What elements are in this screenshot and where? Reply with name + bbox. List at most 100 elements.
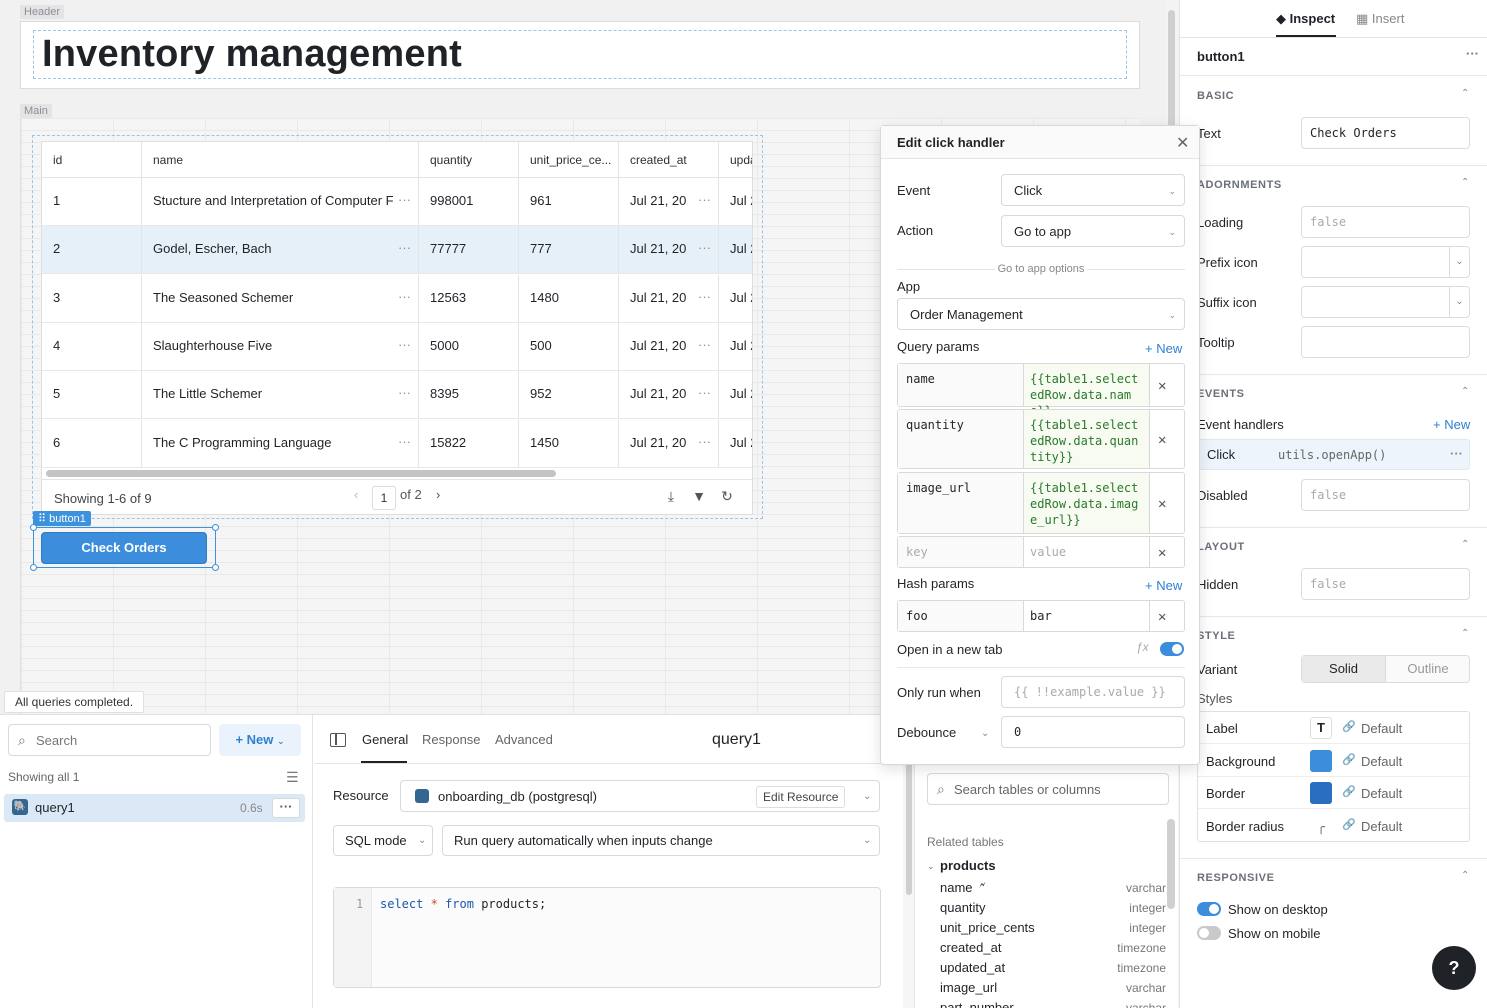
param-value-input[interactable]: {{table1.selectedRow.data.name}} [1024, 364, 1150, 418]
table-cell[interactable]: 12563 [419, 274, 519, 322]
table-cell[interactable]: 2 [42, 226, 142, 274]
resize-handle[interactable] [212, 564, 219, 571]
chevron-up-icon[interactable]: ⌃ [1461, 870, 1469, 881]
param-value-input[interactable]: {{table1.selectedRow.data.quantity}} [1024, 410, 1150, 468]
tab-inspect[interactable]: ◆ Inspect [1276, 11, 1335, 27]
section-layout[interactable]: LAYOUT [1197, 541, 1245, 553]
query-title[interactable]: query1 [712, 731, 761, 749]
query-list-item[interactable]: 🐘 query1 0.6s ··· [4, 794, 305, 822]
section-style[interactable]: STYLE [1197, 630, 1235, 642]
remove-param-icon[interactable]: ✕ [1158, 496, 1166, 512]
component-name[interactable]: button1 [1197, 49, 1245, 64]
schema-column-name[interactable]: image_url [940, 980, 997, 995]
table-cell[interactable]: 6 [42, 419, 142, 467]
edit-resource-button[interactable]: Edit Resource [756, 786, 846, 808]
cell-overflow-icon[interactable]: ··· [398, 371, 411, 415]
schema-column-name[interactable]: quantity [940, 900, 986, 915]
resize-handle[interactable] [30, 524, 37, 531]
cell-overflow-icon[interactable]: ··· [698, 275, 711, 319]
param-key-input[interactable]: image_url [906, 481, 971, 495]
table-cell[interactable]: 4 [42, 322, 142, 370]
show-on-desktop-toggle[interactable] [1197, 902, 1221, 916]
table-cell[interactable]: Slaughterhouse Five [142, 322, 419, 370]
schema-scrollbar[interactable] [1167, 819, 1175, 909]
table-cell[interactable]: 998001 [419, 178, 519, 225]
section-basic[interactable]: BASIC [1197, 90, 1234, 102]
color-swatch[interactable] [1310, 749, 1332, 772]
chevron-up-icon[interactable]: ⌃ [1461, 88, 1469, 99]
cell-overflow-icon[interactable]: ··· [698, 371, 711, 415]
table-cell[interactable]: The C Programming Language [142, 419, 419, 467]
chevron-up-icon[interactable]: ⌃ [1461, 539, 1469, 550]
resize-handle[interactable] [30, 564, 37, 571]
chevron-down-icon[interactable]: ⌄ [981, 728, 989, 739]
table-cell[interactable]: 961 [519, 178, 619, 225]
remove-param-icon[interactable]: ✕ [1158, 545, 1166, 561]
param-value-input[interactable]: {{table1.selectedRow.data.image_url}} [1024, 473, 1150, 533]
cell-overflow-icon[interactable]: ··· [698, 226, 711, 270]
table-cell[interactable]: 500 [519, 322, 619, 370]
debounce-input[interactable]: 0 [1001, 716, 1185, 748]
chevron-up-icon[interactable]: ⌃ [1461, 628, 1469, 639]
more-options-button[interactable]: ··· [272, 798, 300, 818]
cell-overflow-icon[interactable]: ··· [398, 323, 411, 367]
param-value-input[interactable]: value [1024, 537, 1150, 567]
table-cell[interactable]: Jul 2 [719, 178, 752, 225]
cell-overflow-icon[interactable]: ··· [698, 178, 711, 222]
schema-column-name[interactable]: unit_price_cents [940, 920, 1035, 935]
style-row[interactable]: Border 🔗 Default [1198, 777, 1471, 809]
tab-insert[interactable]: ▦ Insert [1356, 11, 1404, 27]
schema-search-input[interactable]: ⌕ Search tables or columns [927, 773, 1169, 805]
column-header[interactable]: name [142, 142, 419, 178]
component-tag[interactable]: ⠿ button1 [33, 511, 91, 526]
run-mode-select[interactable]: Run query automatically when inputs chan… [442, 825, 880, 856]
chevron-up-icon[interactable]: ⌃ [1461, 177, 1469, 188]
app-select[interactable]: Order Management ⌄ [897, 298, 1185, 330]
text-input[interactable]: Check Orders [1301, 117, 1470, 149]
chevron-up-icon[interactable]: ⌃ [1461, 386, 1469, 397]
column-header[interactable]: unit_price_ce... [519, 142, 619, 178]
title-container[interactable]: Inventory management [33, 30, 1127, 79]
new-query-button[interactable]: + New ⌄ [219, 724, 301, 756]
table-row[interactable]: 5 The Little Schemer 8395 952 Jul 21, 20 Jul … [42, 371, 752, 420]
check-orders-button[interactable]: Check Orders [41, 532, 207, 564]
table-cell[interactable]: 8395 [419, 371, 519, 419]
loading-input[interactable]: false [1301, 206, 1470, 238]
open-new-tab-toggle[interactable] [1160, 642, 1184, 656]
show-on-mobile-toggle[interactable] [1197, 926, 1221, 940]
cell-overflow-icon[interactable]: ··· [698, 420, 711, 464]
sql-code-editor[interactable]: 1 select * from products; [333, 887, 881, 988]
add-query-param-button[interactable]: + New [1145, 341, 1182, 356]
remove-param-icon[interactable]: ✕ [1158, 378, 1166, 394]
border-radius-icon[interactable]: ╭ [1310, 815, 1332, 837]
schema-column-name[interactable]: created_at [940, 940, 1001, 955]
table-cell[interactable]: 77777 [419, 226, 519, 274]
only-run-when-input[interactable]: {{ !!example.value }} [1001, 676, 1185, 708]
variant-outline[interactable]: Outline [1386, 656, 1470, 682]
page-number-input[interactable]: 1 [372, 486, 396, 510]
event-handler-item[interactable]: Click utils.openApp() ··· [1197, 439, 1470, 470]
section-responsive[interactable]: RESPONSIVE [1197, 872, 1275, 884]
text-color-icon[interactable]: T [1310, 717, 1332, 739]
column-header[interactable]: created_at [619, 142, 719, 178]
table-cell[interactable]: Jul 2 [719, 226, 752, 273]
schema-column-name[interactable]: name [940, 880, 973, 895]
resource-select[interactable]: onboarding_db (postgresql) Edit Resource… [400, 780, 880, 812]
table-cell[interactable]: Stucture and Interpretation of Computer … [142, 178, 419, 225]
toggle-sidebar-icon[interactable] [330, 733, 346, 747]
section-adornments[interactable]: ADORNMENTS [1197, 179, 1282, 191]
tab-general[interactable]: General [362, 732, 408, 747]
tab-advanced[interactable]: Advanced [495, 732, 553, 747]
table-cell[interactable]: 952 [519, 371, 619, 419]
table-cell[interactable]: Jul 2 [719, 323, 752, 370]
table-cell[interactable]: The Seasoned Schemer [142, 274, 419, 322]
table-cell[interactable]: 1450 [519, 419, 619, 467]
table-cell[interactable]: 15822 [419, 419, 519, 467]
column-header[interactable]: upda [719, 142, 752, 178]
action-select[interactable]: Go to app ⌄ [1001, 215, 1185, 247]
column-header[interactable]: id [42, 142, 142, 178]
table-cell[interactable]: 777 [519, 226, 619, 274]
table-cell[interactable]: The Little Schemer [142, 371, 419, 419]
cell-overflow-icon[interactable]: ··· [398, 420, 411, 464]
refresh-icon[interactable]: ↻ [719, 488, 735, 504]
